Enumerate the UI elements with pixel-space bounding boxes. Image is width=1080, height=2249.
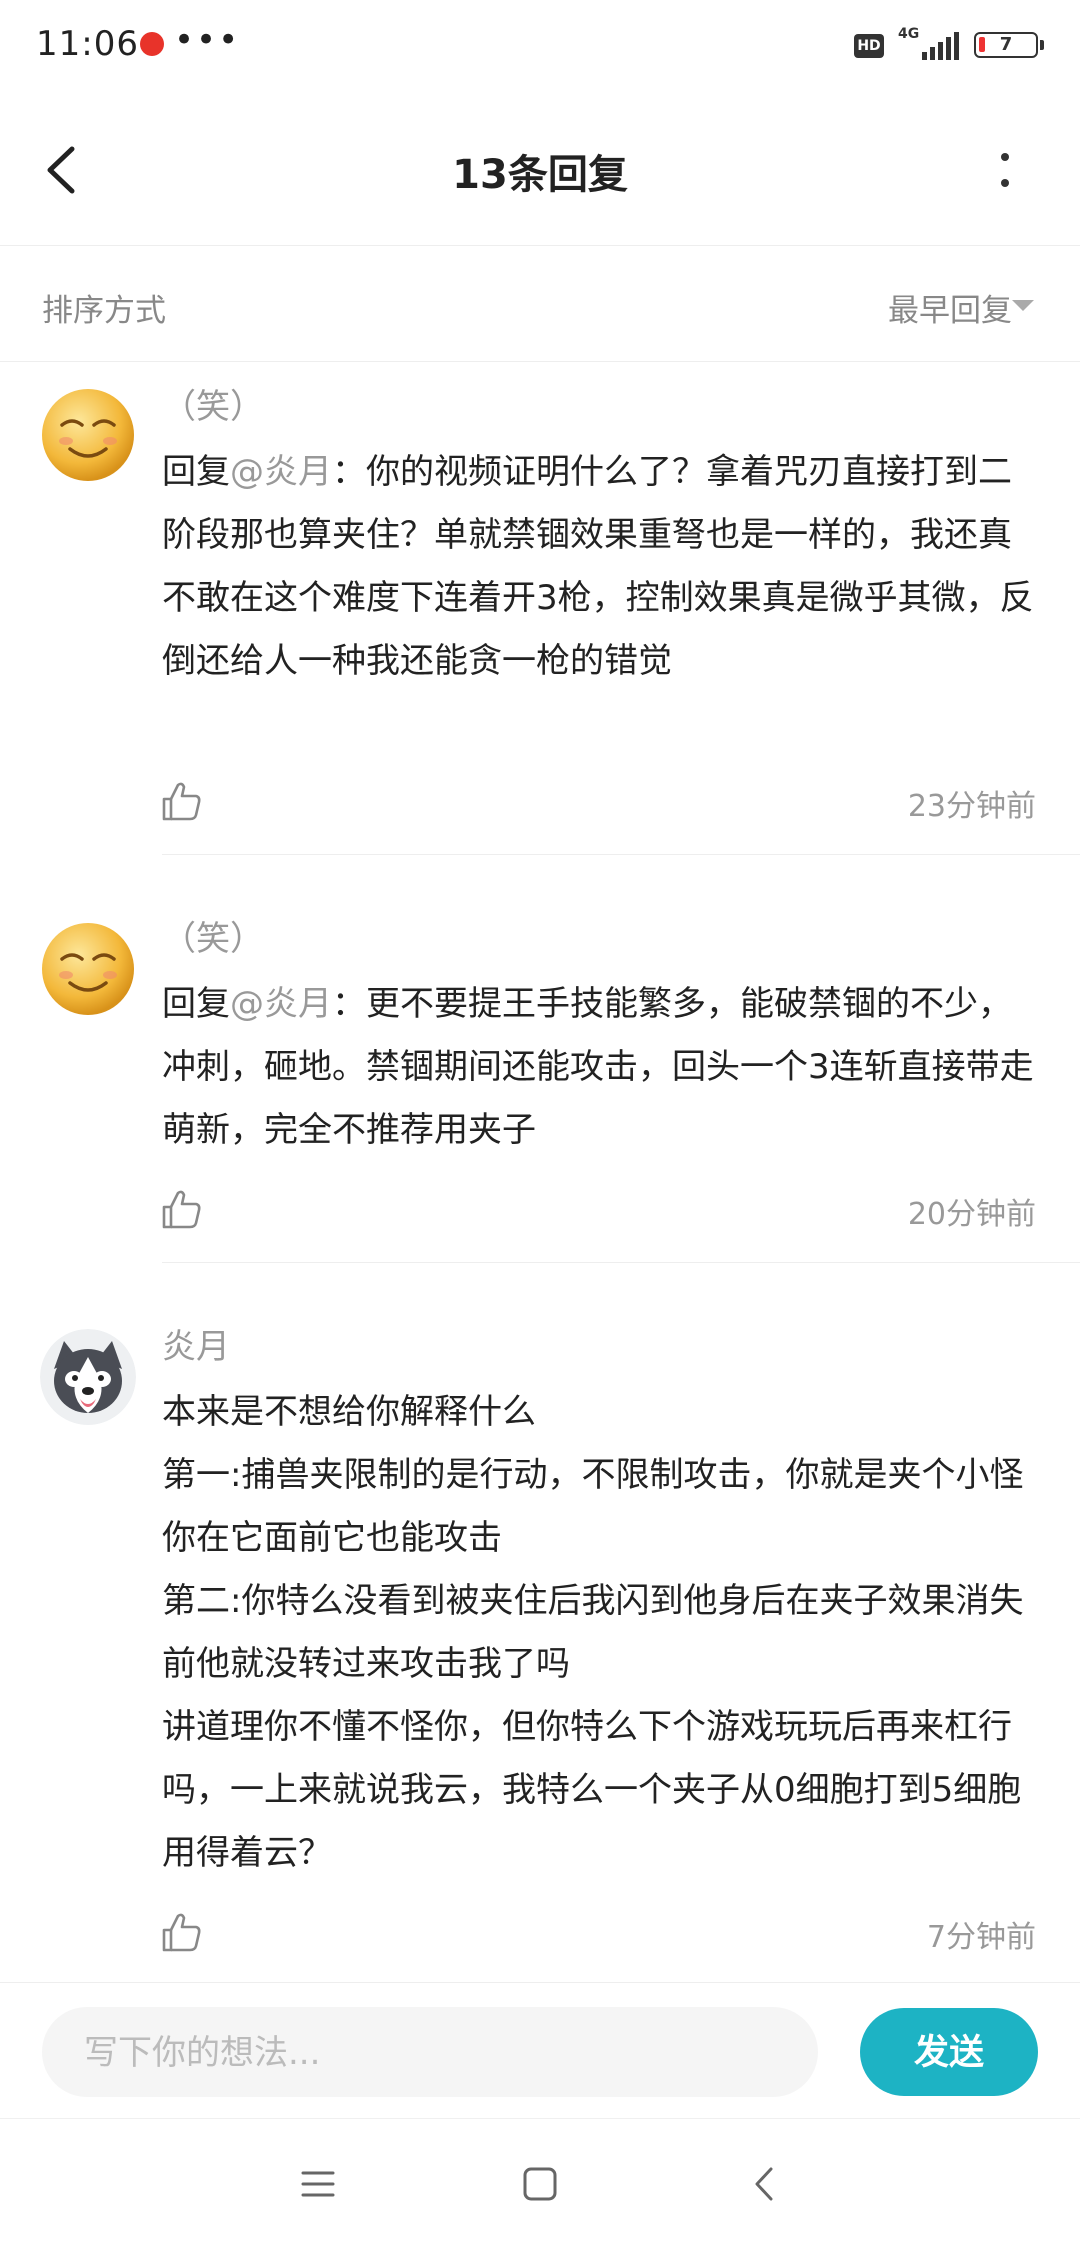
mention-link[interactable]: @炎月 <box>230 984 332 1024</box>
sort-bar: 排序方式 最早回复 <box>0 245 1080 362</box>
avatar-husky[interactable] <box>40 1329 136 1425</box>
battery-icon: 7 <box>974 32 1044 58</box>
sort-dropdown[interactable]: 最早回复 <box>888 285 1012 330</box>
reply-prefix: 回复 <box>162 452 230 492</box>
comment-line: 第一:捕兽夹限制的是行动，不限制攻击，你就是夹个小怪你在它面前它也能攻击 <box>162 1455 1024 1558</box>
comment-timestamp: 7分钟前 <box>926 1920 1036 1955</box>
comment-author[interactable]: 炎月 <box>162 1319 230 1368</box>
more-vertical-icon[interactable] <box>990 140 1020 200</box>
page-title: 13条回复 <box>452 152 628 198</box>
comment-line: 第二:你特么没看到被夹住后我闪到他身后在夹子效果消失前他就没转过来攻击我了吗 <box>162 1581 1024 1684</box>
comment-item: （笑） 回复@炎月：你的视频证明什么了？拿着咒刃直接打到二阶段那也算夹住？单就禁… <box>0 361 1080 855</box>
top-app-bar: 13条回复 <box>0 95 1080 246</box>
battery-level: 7 <box>999 34 1013 55</box>
comment-text: 回复@炎月：更不要提王手技能繁多，能破禁锢的不少，冲刺，砸地。禁锢期间还能攻击，… <box>162 973 1042 1162</box>
network-type: 4G <box>898 26 920 42</box>
status-bar: 11:06 ••• HD 4G 7 <box>0 0 1080 95</box>
mention-link[interactable]: @炎月 <box>230 452 332 492</box>
status-time: 11:06 <box>36 24 139 64</box>
thumbs-up-icon[interactable] <box>160 1187 204 1231</box>
comment-text: 回复@炎月：你的视频证明什么了？拿着咒刃直接打到二阶段那也算夹住？单就禁锢效果重… <box>162 441 1042 693</box>
square-icon[interactable] <box>517 2161 563 2207</box>
signal-icon <box>922 32 959 60</box>
avatar-smiley[interactable] <box>40 387 136 483</box>
reply-prefix: 回复 <box>162 984 230 1024</box>
menu-icon[interactable] <box>295 2161 341 2207</box>
comment-author[interactable]: （笑） <box>162 379 264 428</box>
sort-label: 排序方式 <box>42 293 166 329</box>
comment-item: 炎月 本来是不想给你解释什么 第一:捕兽夹限制的是行动，不限制攻击，你就是夹个小… <box>0 1263 1080 1981</box>
chevron-left-icon[interactable] <box>743 2161 789 2207</box>
system-nav-bar <box>0 2118 1080 2249</box>
app-notification-icon <box>140 32 164 56</box>
comment-text: 本来是不想给你解释什么 第一:捕兽夹限制的是行动，不限制攻击，你就是夹个小怪你在… <box>162 1381 1042 1885</box>
comment-line: 本来是不想给你解释什么 <box>162 1392 536 1432</box>
comment-timestamp: 23分钟前 <box>907 789 1036 824</box>
hd-badge: HD <box>854 34 884 58</box>
caret-down-icon[interactable] <box>1012 300 1034 311</box>
comment-line: 讲道理你不懂不怪你，但你特么下个游戏玩玩后再来杠行吗，一上来就说我云，我特么一个… <box>162 1707 1022 1873</box>
avatar-smiley[interactable] <box>40 921 136 1017</box>
thumbs-up-icon[interactable] <box>160 779 204 823</box>
send-button[interactable]: 发送 <box>860 2008 1038 2096</box>
comment-input-bar: 发送 <box>0 1982 1080 2119</box>
comment-input-container[interactable] <box>42 2007 818 2099</box>
comment-input[interactable] <box>82 2007 786 2099</box>
more-notifications-icon: ••• <box>174 20 241 60</box>
thumbs-up-icon[interactable] <box>160 1910 204 1954</box>
comment-author[interactable]: （笑） <box>162 911 264 960</box>
comment-timestamp: 20分钟前 <box>907 1197 1036 1232</box>
comment-item: （笑） 回复@炎月：更不要提王手技能繁多，能破禁锢的不少，冲刺，砸地。禁锢期间还… <box>0 855 1080 1263</box>
